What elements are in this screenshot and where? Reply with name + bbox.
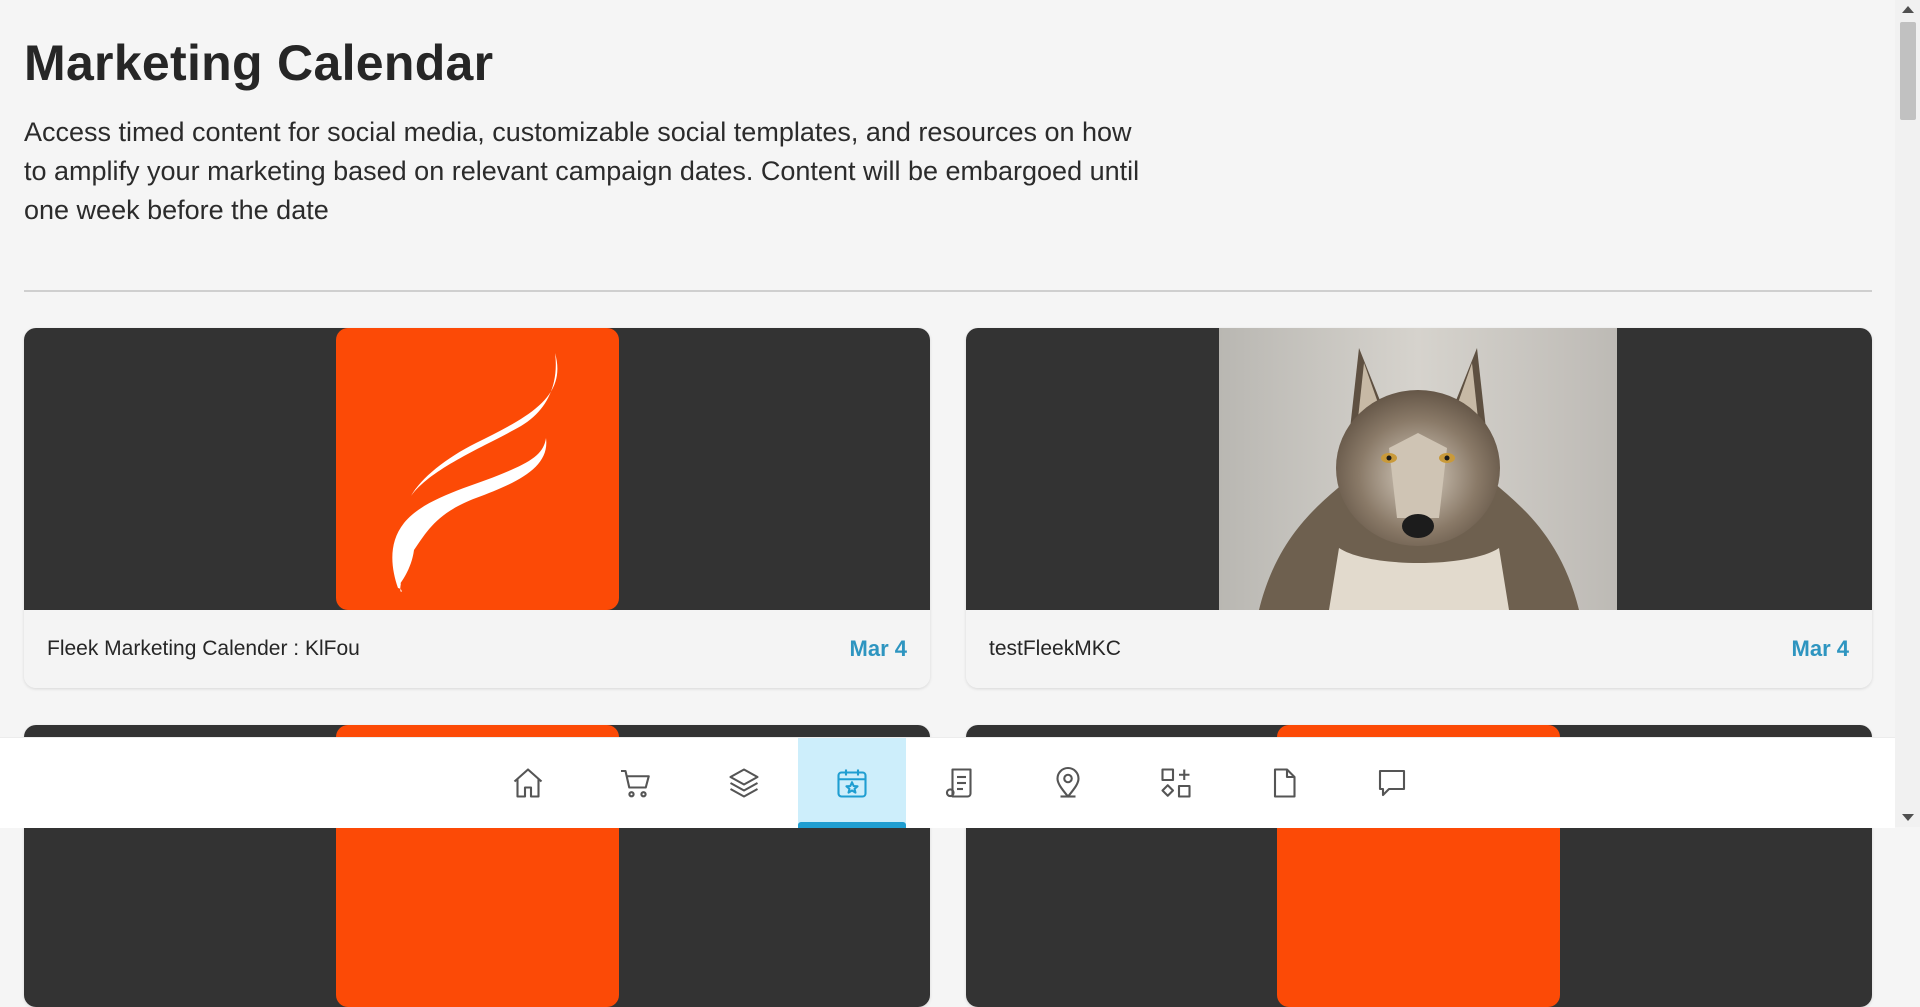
cart-icon [621, 769, 650, 798]
map-pin-icon [1056, 767, 1080, 798]
nav-location[interactable] [1014, 738, 1122, 828]
card-media [966, 328, 1872, 610]
nav-home[interactable] [474, 738, 582, 828]
layers-icon [729, 768, 759, 798]
bottom-navigation [0, 737, 1895, 828]
vertical-scrollbar[interactable] [1895, 0, 1920, 827]
nav-file[interactable] [1230, 738, 1338, 828]
apps-add-icon [1161, 768, 1191, 798]
home-icon [513, 768, 543, 798]
fleek-logo-image [336, 328, 619, 610]
card-footer: Fleek Marketing Calender : KlFou Mar 4 [24, 610, 930, 688]
card-title: testFleekMKC [989, 637, 1121, 660]
nav-apps[interactable] [1122, 738, 1230, 828]
nav-layers[interactable] [690, 738, 798, 828]
calendar-card[interactable]: testFleekMKC Mar 4 [966, 328, 1872, 688]
card-date: Mar 4 [1791, 636, 1849, 661]
card-media [24, 328, 930, 610]
file-icon [1273, 768, 1296, 798]
nav-calendar[interactable] [798, 738, 906, 828]
chat-icon [1378, 769, 1406, 797]
page-description: Access timed content for social media, c… [24, 117, 1140, 225]
scroll-down-icon[interactable] [1902, 814, 1914, 821]
calendar-star-icon [837, 769, 867, 798]
fleek-logo-icon [392, 353, 558, 592]
card-footer: testFleekMKC Mar 4 [966, 610, 1872, 688]
card-date: Mar 4 [849, 636, 907, 661]
calendar-card[interactable]: Fleek Marketing Calender : KlFou Mar 4 [24, 328, 930, 688]
scroll-up-icon[interactable] [1902, 6, 1914, 13]
nav-cart[interactable] [582, 738, 690, 828]
nav-messages[interactable] [1338, 738, 1446, 828]
scrollbar-thumb[interactable] [1900, 22, 1916, 120]
page-title: Marketing Calendar [24, 35, 494, 91]
document-list-icon [945, 768, 972, 798]
card-title: Fleek Marketing Calender : KlFou [47, 637, 360, 660]
nav-document-list[interactable] [906, 738, 1014, 828]
divider [24, 290, 1872, 292]
wolf-photo-icon [1219, 328, 1617, 610]
wolf-image [1219, 328, 1617, 610]
